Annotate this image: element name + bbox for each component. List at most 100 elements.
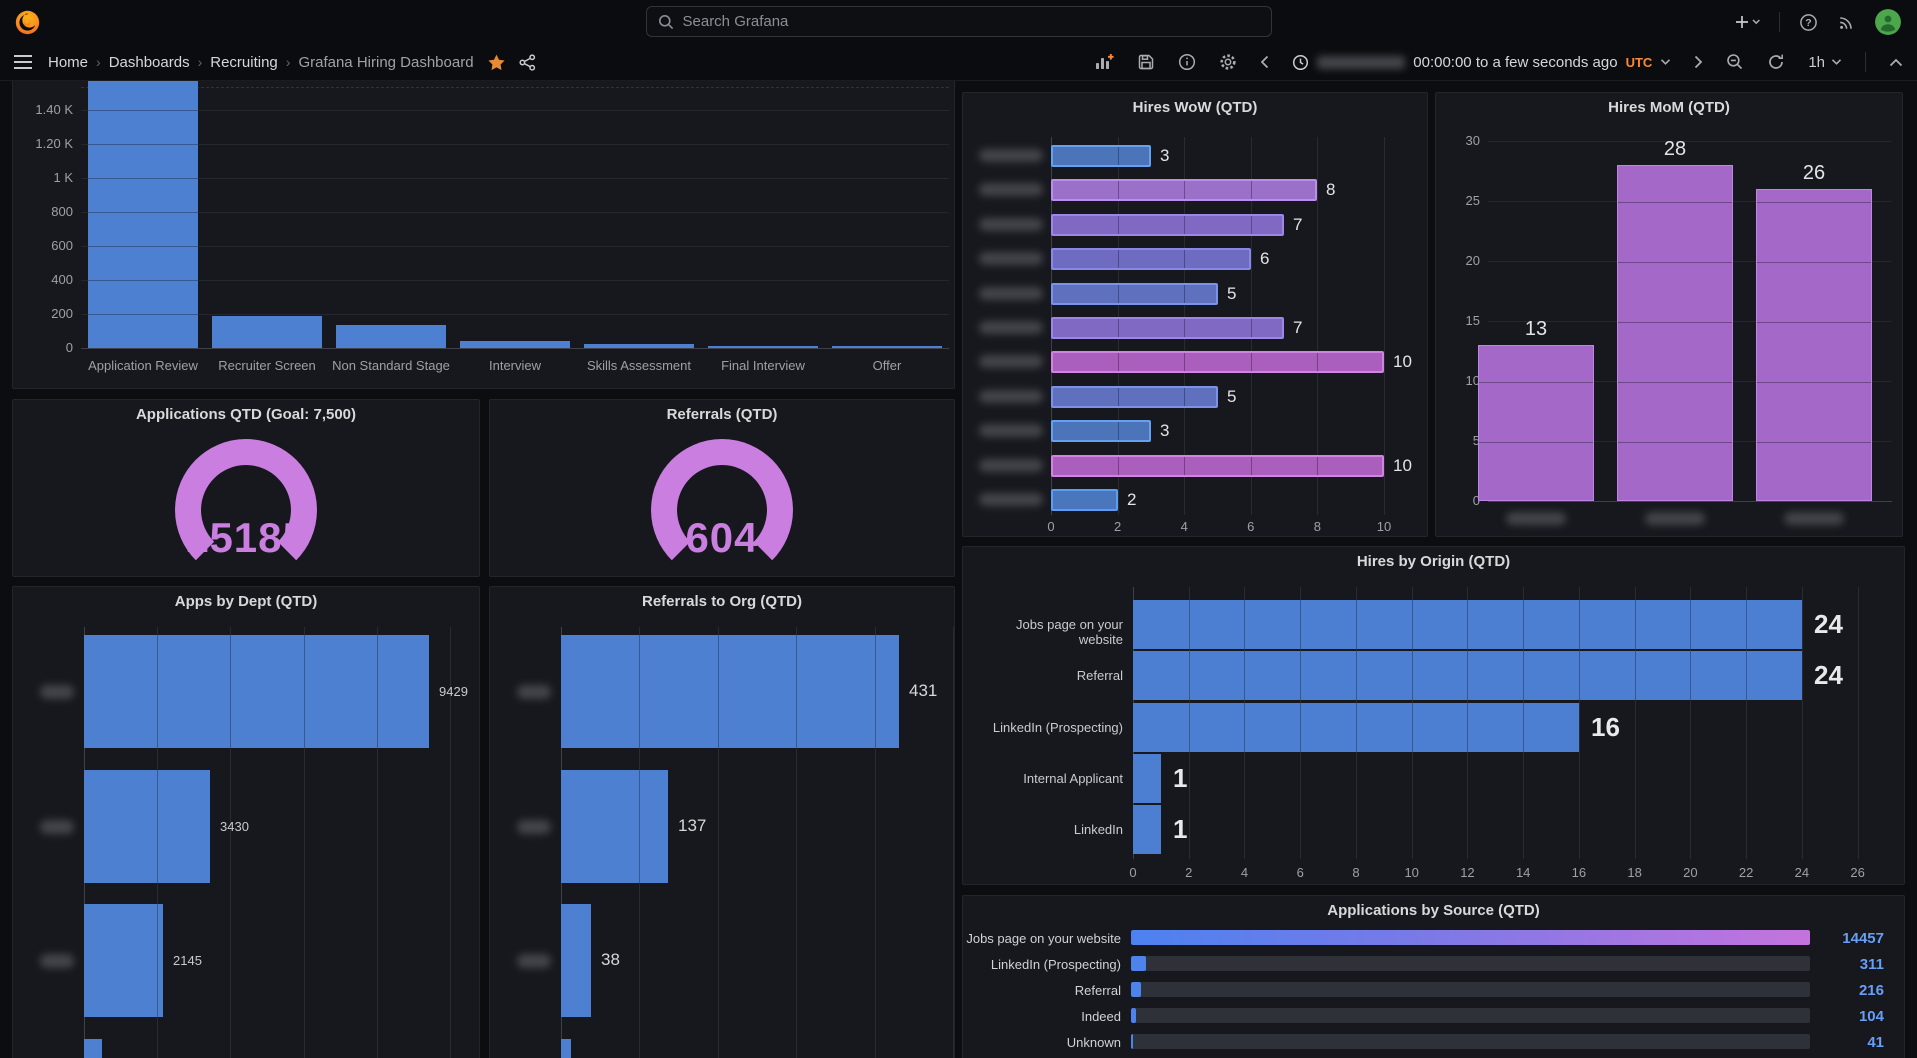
- redacted-label: [979, 424, 1043, 437]
- news-button[interactable]: [1837, 13, 1856, 32]
- bar[interactable]: [1051, 317, 1284, 339]
- gridline-overlay: [1184, 250, 1185, 268]
- bar[interactable]: [561, 635, 899, 748]
- panel-applications-qtd: Applications QTD (Goal: 7,500) 15185: [12, 399, 480, 577]
- gridline-overlay: [88, 144, 198, 145]
- dashboard-settings-button[interactable]: [1219, 53, 1237, 71]
- refresh-button[interactable]: [1767, 53, 1785, 71]
- breadcrumb-separator: ›: [198, 54, 203, 70]
- bar[interactable]: [460, 341, 570, 348]
- info-icon: [1178, 53, 1196, 71]
- breadcrumb-item[interactable]: Recruiting: [210, 54, 278, 71]
- gridline-overlay: [1118, 147, 1119, 165]
- bar[interactable]: [1051, 214, 1284, 236]
- gridline-overlay: [1523, 703, 1524, 752]
- bar[interactable]: [1131, 1034, 1133, 1049]
- star-dashboard-button[interactable]: [488, 54, 505, 71]
- bar[interactable]: [1131, 956, 1146, 971]
- bar[interactable]: [1051, 489, 1118, 511]
- breadcrumb-item[interactable]: Dashboards: [109, 54, 190, 71]
- y-axis-label: 0: [1436, 493, 1480, 508]
- save-dashboard-button[interactable]: [1137, 53, 1155, 71]
- gridline-overlay: [1412, 703, 1413, 752]
- gridline-overlay: [1118, 388, 1119, 406]
- bar[interactable]: [84, 770, 210, 883]
- collapse-bar-button[interactable]: [1889, 58, 1903, 67]
- panel-title[interactable]: Referrals (QTD): [490, 406, 954, 423]
- panel-title[interactable]: Referrals to Org (QTD): [490, 593, 954, 610]
- value-label: 431: [909, 681, 937, 701]
- gridline-overlay: [1184, 181, 1185, 199]
- bar[interactable]: [1133, 600, 1802, 649]
- share-dashboard-button[interactable]: [519, 54, 536, 71]
- gridline-overlay: [1251, 216, 1252, 234]
- bar[interactable]: [561, 904, 591, 1017]
- help-button[interactable]: ?: [1799, 13, 1818, 32]
- panel-title[interactable]: Applications by Source (QTD): [963, 902, 1904, 919]
- bar[interactable]: [1133, 805, 1161, 854]
- bar[interactable]: [1051, 455, 1384, 477]
- panel-title[interactable]: Hires WoW (QTD): [963, 99, 1427, 116]
- gridline: [953, 627, 954, 1058]
- gridline-overlay: [1184, 285, 1185, 303]
- bar[interactable]: [212, 316, 322, 348]
- y-axis-label: 10: [1436, 373, 1480, 388]
- gridline-overlay: [1523, 651, 1524, 700]
- menu-toggle-button[interactable]: [14, 55, 32, 69]
- user-avatar-button[interactable]: [1875, 9, 1901, 35]
- panel-title[interactable]: Hires by Origin (QTD): [963, 553, 1904, 570]
- bar[interactable]: [88, 81, 198, 348]
- x-axis-label: 8: [1338, 865, 1374, 880]
- zoom-out-button[interactable]: [1726, 53, 1744, 71]
- bar[interactable]: [84, 635, 429, 748]
- bar[interactable]: [1133, 651, 1802, 700]
- bar[interactable]: [336, 325, 446, 348]
- x-axis-label: Skills Assessment: [577, 358, 701, 373]
- bar[interactable]: [1478, 345, 1594, 501]
- bar[interactable]: [1617, 165, 1733, 501]
- time-range-back-button[interactable]: [1260, 55, 1269, 69]
- bar[interactable]: [1051, 179, 1317, 201]
- search-input[interactable]: Search Grafana: [646, 6, 1272, 37]
- bar[interactable]: [84, 904, 163, 1017]
- bar[interactable]: [1051, 283, 1218, 305]
- bar[interactable]: [84, 1039, 102, 1058]
- gridline-overlay: [1189, 651, 1190, 700]
- bar[interactable]: [1051, 420, 1151, 442]
- redacted-label: [517, 685, 551, 699]
- bar[interactable]: [1131, 930, 1810, 945]
- breadcrumb-item[interactable]: Grafana Hiring Dashboard: [298, 54, 473, 71]
- grafana-logo[interactable]: [14, 9, 41, 36]
- add-panel-button[interactable]: [1094, 53, 1114, 71]
- gridline-overlay: [1118, 353, 1119, 371]
- gridline: [81, 178, 949, 179]
- refresh-interval-picker[interactable]: 1h: [1808, 54, 1842, 71]
- time-range-forward-button[interactable]: [1694, 55, 1703, 69]
- bar[interactable]: [1133, 754, 1161, 803]
- breadcrumb-item[interactable]: Home: [48, 54, 88, 71]
- bar[interactable]: [1133, 703, 1579, 752]
- panel-title[interactable]: Hires MoM (QTD): [1436, 99, 1902, 116]
- row-label: Internal Applicant: [971, 771, 1123, 786]
- bar[interactable]: [1131, 982, 1141, 997]
- dashboard-insights-button[interactable]: [1178, 53, 1196, 71]
- panel-title[interactable]: Applications QTD (Goal: 7,500): [13, 406, 479, 423]
- panel-hires-by-origin: Hires by Origin (QTD) 024681012141618202…: [962, 546, 1905, 885]
- gridline-overlay: [1412, 600, 1413, 649]
- refresh-icon: [1767, 53, 1785, 71]
- redacted-label: [979, 149, 1043, 162]
- panel-title[interactable]: Apps by Dept (QTD): [13, 593, 479, 610]
- bar[interactable]: [561, 770, 668, 883]
- bar[interactable]: [561, 1039, 571, 1058]
- bar[interactable]: [1756, 189, 1872, 501]
- bar[interactable]: [1051, 386, 1218, 408]
- clock-icon: [1292, 54, 1309, 71]
- bar[interactable]: [1051, 248, 1251, 270]
- gridline-overlay: [1618, 202, 1732, 203]
- new-menu-button[interactable]: [1734, 14, 1760, 30]
- zoom-out-icon: [1726, 53, 1744, 71]
- bar[interactable]: [1051, 145, 1151, 167]
- time-range-picker[interactable]: 00:00:00 to a few seconds ago UTC: [1292, 54, 1671, 71]
- bar[interactable]: [1051, 351, 1384, 373]
- bar[interactable]: [1131, 1008, 1136, 1023]
